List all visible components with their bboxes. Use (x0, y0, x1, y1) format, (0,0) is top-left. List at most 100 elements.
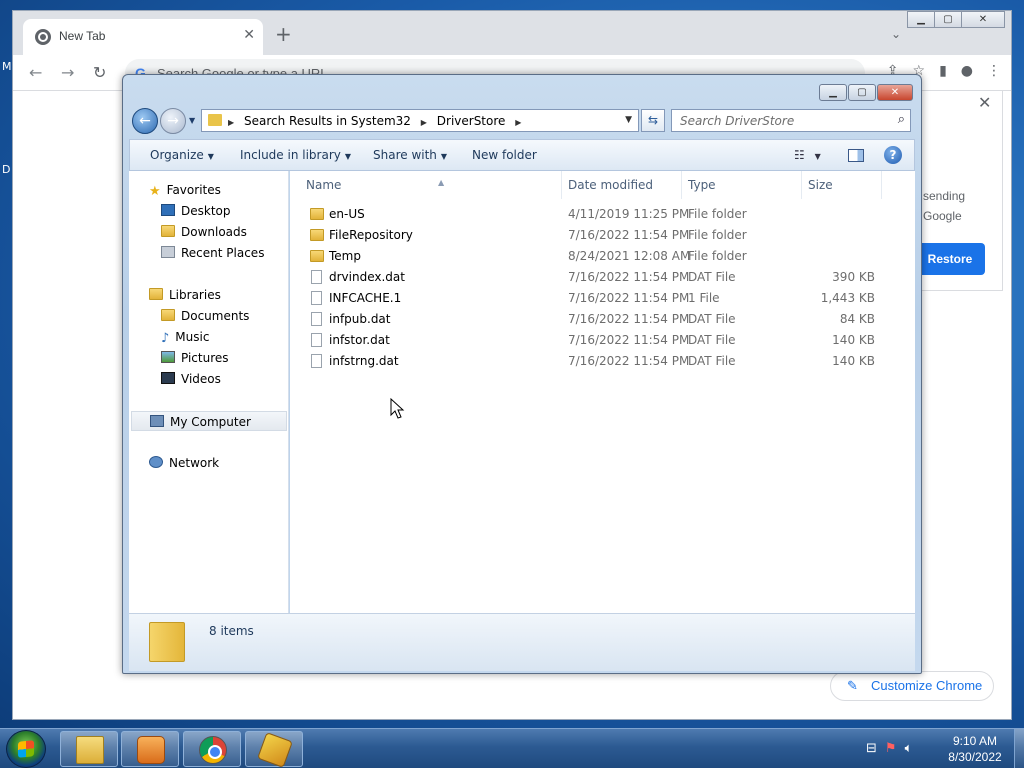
side-panel-icon[interactable]: ▮ (939, 63, 947, 79)
taskbar: ⊟ ⚑ 🔈︎ 9:10 AM 8/30/2022 (0, 728, 1024, 768)
include-in-library-label: Include in library (240, 148, 341, 162)
forward-button[interactable]: → (160, 108, 186, 134)
file-icon (311, 354, 322, 368)
nav-music[interactable]: ♪ Music (161, 327, 209, 347)
nav-libraries[interactable]: Libraries (149, 285, 221, 305)
address-bar[interactable]: ▶ Search Results in System32 ▶ DriverSto… (201, 109, 639, 132)
chrome-tab-new-tab[interactable]: New Tab ✕ (23, 19, 263, 55)
breadcrumb-arrow-icon[interactable]: ▶ (228, 118, 234, 127)
close-button[interactable]: ✕ (961, 11, 1005, 28)
file-size: 140 KB (832, 354, 875, 368)
network-tray-icon[interactable]: ⊟ (866, 741, 877, 756)
include-in-library-button[interactable]: Include in library ▼ (240, 148, 351, 162)
nav-recent-places[interactable]: Recent Places (161, 243, 264, 263)
nav-label: My Computer (170, 415, 251, 429)
recent-pages-dropdown-icon[interactable]: ▼ (189, 116, 195, 125)
taskbar-explorer-button[interactable] (60, 731, 118, 767)
nav-label: Videos (181, 372, 221, 386)
file-row[interactable]: FileRepository 7/16/2022 11:54 PM File fol… (290, 225, 915, 246)
customize-chrome-button[interactable]: ✎ Customize Chrome (830, 671, 994, 701)
restore-button[interactable]: Restore (915, 243, 985, 275)
breadcrumb-item[interactable]: DriverStore (437, 114, 506, 128)
chrome-icon (199, 736, 227, 764)
file-name: INFCACHE.1 (329, 291, 402, 305)
nav-label: Libraries (169, 288, 221, 302)
file-name: infstor.dat (329, 333, 390, 347)
dropdown-arrow-icon: ▼ (440, 152, 448, 161)
column-header-name[interactable]: Name ▲ (300, 171, 562, 199)
file-name: FileRepository (329, 228, 413, 242)
refresh-button[interactable]: ⇆ (641, 109, 665, 132)
search-box[interactable]: Search DriverStore ⌕ (671, 109, 911, 132)
share-with-button[interactable]: Share with ▼ (373, 148, 447, 162)
file-row[interactable]: Temp 8/24/2021 12:08 AM File folder (290, 246, 915, 267)
maximize-button[interactable]: ▢ (848, 84, 876, 101)
breadcrumb-item[interactable]: Search Results in System32 (244, 114, 411, 128)
new-folder-button[interactable]: New folder (472, 148, 537, 162)
tab-close-icon[interactable]: ✕ (243, 27, 255, 43)
menu-kebab-icon[interactable]: ⋮ (987, 63, 1001, 79)
profile-icon[interactable]: ● (961, 63, 973, 79)
show-desktop-button[interactable] (1014, 729, 1024, 768)
nav-favorites[interactable]: ★ Favorites (149, 180, 221, 200)
chrome-tab-strip: New Tab ✕ + ⌄ ▁ ▢ ✕ (13, 11, 1011, 55)
file-row[interactable]: infpub.dat 7/16/2022 11:54 PM DAT File 84 K… (290, 309, 915, 330)
media-player-icon (137, 736, 165, 764)
taskbar-tool-button[interactable] (245, 731, 303, 768)
file-icon (311, 312, 322, 326)
file-row[interactable]: drvindex.dat 7/16/2022 11:54 PM DAT File 39… (290, 267, 915, 288)
documents-icon (161, 309, 175, 321)
change-view-button[interactable]: ☷ ▼ (794, 148, 821, 162)
help-icon[interactable]: ? (884, 146, 902, 164)
file-name: infpub.dat (329, 312, 391, 326)
volume-icon[interactable]: 🔈︎ (905, 741, 913, 756)
nav-desktop[interactable]: Desktop (161, 201, 231, 221)
new-tab-button[interactable]: + (275, 24, 292, 44)
tab-search-chevron-icon[interactable]: ⌄ (891, 27, 901, 41)
back-arrow-icon[interactable]: ← (29, 63, 42, 82)
desktop-icon-label[interactable]: D (2, 163, 10, 176)
file-name: Temp (329, 249, 361, 263)
file-row[interactable]: infstrng.dat 7/16/2022 11:54 PM DAT File 14… (290, 351, 915, 372)
column-header-size[interactable]: Size (802, 171, 882, 199)
file-date-modified: 7/16/2022 11:54 PM (568, 270, 690, 284)
navigation-pane: ★ Favorites Desktop Downloads Recent Plac… (129, 171, 289, 613)
minimize-button[interactable]: ▁ (907, 11, 935, 28)
nav-network[interactable]: Network (149, 453, 219, 473)
item-count: 8 items (209, 624, 254, 638)
desktop-icon-label[interactable]: M (2, 60, 12, 73)
organize-button[interactable]: Organize ▼ (150, 148, 214, 162)
nav-downloads[interactable]: Downloads (161, 222, 247, 242)
nav-videos[interactable]: Videos (161, 369, 221, 389)
taskbar-media-player-button[interactable] (121, 731, 179, 767)
file-date-modified: 7/16/2022 11:54 PM (568, 354, 690, 368)
address-dropdown-icon[interactable]: ▼ (625, 115, 632, 125)
minimize-button[interactable]: ▁ (819, 84, 847, 101)
start-button[interactable] (6, 730, 46, 768)
back-button[interactable]: ← (132, 108, 158, 134)
bubble-close-icon[interactable]: ✕ (978, 93, 991, 112)
file-row[interactable]: INFCACHE.1 7/16/2022 11:54 PM 1 File 1,443 … (290, 288, 915, 309)
file-row[interactable]: en-US 4/11/2019 11:25 PM File folder (290, 204, 915, 225)
close-button[interactable]: ✕ (877, 84, 913, 101)
reload-icon[interactable]: ↻ (93, 63, 106, 82)
preview-pane-icon[interactable] (848, 149, 864, 162)
column-header-date-modified[interactable]: Date modified (562, 171, 682, 199)
file-row[interactable]: infstor.dat 7/16/2022 11:54 PM DAT File 140… (290, 330, 915, 351)
clock[interactable]: 9:10 AM 8/30/2022 (940, 733, 1010, 765)
taskbar-chrome-button[interactable] (183, 731, 241, 767)
chrome-favicon-icon (35, 29, 51, 45)
nav-pictures[interactable]: Pictures (161, 348, 229, 368)
breadcrumb-arrow-icon[interactable]: ▶ (421, 118, 427, 127)
breadcrumb-arrow-icon[interactable]: ▶ (515, 118, 521, 127)
action-center-flag-icon[interactable]: ⚑ (885, 741, 897, 756)
file-date-modified: 4/11/2019 11:25 PM (568, 207, 690, 221)
nav-my-computer[interactable]: My Computer (131, 411, 287, 431)
search-icon[interactable]: ⌕ (898, 112, 905, 127)
maximize-button[interactable]: ▢ (934, 11, 962, 28)
file-date-modified: 7/16/2022 11:54 PM (568, 333, 690, 347)
nav-documents[interactable]: Documents (161, 306, 249, 326)
forward-arrow-icon: → (167, 113, 179, 129)
column-header-type[interactable]: Type (682, 171, 802, 199)
forward-arrow-icon[interactable]: → (61, 63, 74, 82)
